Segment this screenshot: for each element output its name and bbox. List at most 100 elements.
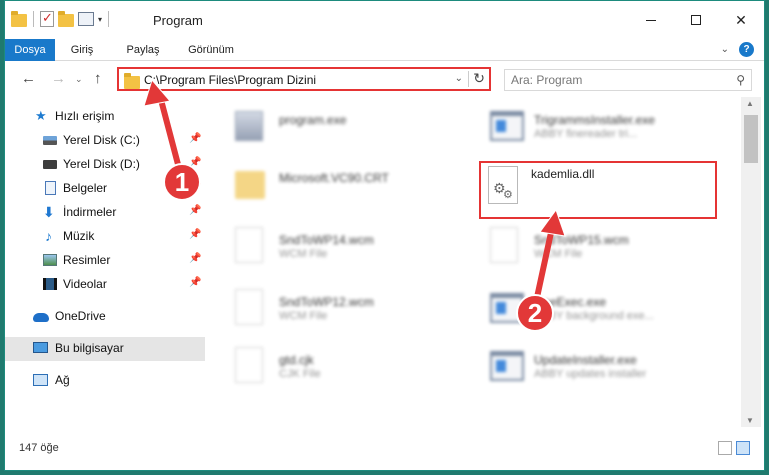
address-separator [468,71,469,87]
sidebar-item-label: Müzik [63,229,95,243]
properties-check-icon[interactable] [40,10,54,27]
ribbon-tabs: Dosya Giriş Paylaş Görünüm ⌄ ? [5,39,764,61]
close-icon: ✕ [735,11,747,28]
address-dropdown-icon[interactable]: ⌄ [455,73,463,84]
sidebar-item-label: Hızlı erişim [55,109,115,123]
sidebar-item-label: İndirmeler [63,205,117,219]
file-list: program.exe TrigrammsInstaller.exe ABBY … [209,97,741,427]
file-type: WCM File [279,248,328,260]
sidebar-item-onedrive[interactable]: OneDrive [5,305,205,327]
folder-icon [11,10,27,27]
sidebar-item-label: Videolar [63,277,107,291]
sidebar-item-this-pc[interactable]: Bu bilgisayar [5,337,205,361]
tab-dosya[interactable]: Dosya [5,39,55,61]
file-item[interactable]: SndToWP15.wcm WCM File [464,221,714,271]
search-input[interactable]: Ara: Program [511,73,582,87]
navigation-pane: ★ Hızlı erişim Yerel Disk (C:) 📌 Yerel D… [5,97,205,427]
forward-arrow-icon[interactable]: → [51,70,66,87]
status-bar: 147 öğe [5,437,764,461]
sidebar-item-network[interactable]: Ağ [5,369,205,391]
file-icon [235,227,265,263]
quick-access-toolbar: ▾ [11,10,111,27]
file-item[interactable]: gtd.cjk CJK File [209,341,459,391]
search-icon[interactable]: ⚲ [736,73,745,87]
file-type: WCM File [279,310,328,322]
file-icon [235,347,265,383]
pin-icon[interactable]: 📌 [189,229,201,240]
pin-icon[interactable]: 📌 [189,277,201,288]
file-item[interactable]: SndToWP12.wcm WCM File [209,283,459,333]
refresh-icon[interactable]: ↻ [473,70,485,87]
sidebar-item-quick-access[interactable]: ★ Hızlı erişim [5,105,205,127]
new-folder-icon[interactable] [58,10,74,27]
tab-paylas[interactable]: Paylaş [117,39,169,61]
step-badge-2: 2 [516,294,554,332]
pictures-icon [43,253,57,267]
title-bar: ▾ Program ✕ [5,1,764,39]
folder-icon [124,73,140,89]
file-item[interactable]: TrigrammsInstaller.exe ABBY finereader t… [464,101,714,151]
sidebar-item-music[interactable]: ♪ Müzik 📌 [5,225,205,247]
window-title: Program [153,13,203,28]
search-box[interactable]: Ara: Program ⚲ [504,69,752,91]
up-arrow-icon[interactable]: ↑ [94,70,102,87]
navigation-bar: ← → ⌄ ↑ C:\Program Files\Program Dizini … [5,61,764,97]
step-badge-1: 1 [163,163,201,201]
sidebar-item-pictures[interactable]: Resimler 📌 [5,249,205,271]
file-icon [235,289,265,325]
file-name: UpdateInstaller.exe [534,353,637,367]
folder-icon [235,165,265,201]
close-button[interactable]: ✕ [718,1,764,39]
pin-icon[interactable]: 📌 [189,133,201,144]
file-item[interactable]: SndToWP14.wcm WCM File [209,221,459,271]
cloud-icon [33,309,49,323]
file-name: SndToWP15.wcm [534,233,629,247]
address-path[interactable]: C:\Program Files\Program Dizini [144,73,316,87]
file-type: ABBY finereader tri... [534,128,638,140]
pin-icon[interactable]: 📌 [189,205,201,216]
explorer-window: ▾ Program ✕ Dosya Giriş Paylaş Görünüm ⌄… [4,0,765,471]
large-icons-view-icon[interactable] [736,441,750,455]
help-icon[interactable]: ? [739,42,754,57]
sidebar-item-videos[interactable]: Videolar 📌 [5,273,205,295]
address-bar[interactable]: C:\Program Files\Program Dizini ⌄ ↻ [117,67,491,91]
ribbon-expand-chevron-icon[interactable]: ⌄ [721,44,729,55]
file-item[interactable]: program.exe [209,101,459,151]
file-item[interactable]: OneExec.exe ABBY background exe... [464,283,714,333]
app-icon [490,289,524,325]
details-view-icon[interactable] [718,441,732,455]
sidebar-item-downloads[interactable]: ⬇ İndirmeler 📌 [5,201,205,223]
scroll-up-icon[interactable]: ▲ [746,99,754,108]
tab-giris[interactable]: Giriş [57,39,107,61]
music-icon: ♪ [45,228,52,244]
file-item[interactable]: Microsoft.VC90.CRT [209,159,459,209]
customize-dropdown-icon[interactable]: ▾ [98,15,102,24]
videos-icon [43,277,57,291]
toolbar-separator [33,11,34,27]
sidebar-item-label: OneDrive [55,309,106,323]
scroll-thumb[interactable] [744,115,758,163]
view-options-icon[interactable] [78,12,94,26]
file-name: SndToWP14.wcm [279,233,374,247]
download-icon: ⬇ [43,204,55,220]
star-icon: ★ [35,108,47,123]
sidebar-item-label: Yerel Disk (D:) [63,157,140,171]
sidebar-item-disk-c[interactable]: Yerel Disk (C:) 📌 [5,129,205,151]
item-count: 147 öğe [19,442,59,454]
toolbar-separator [108,11,110,27]
file-name: SndToWP12.wcm [279,295,374,309]
file-name: TrigrammsInstaller.exe [534,113,655,127]
tab-gorunum[interactable]: Görünüm [179,39,243,61]
file-item[interactable]: UpdateInstaller.exe ABBY updates install… [464,341,714,391]
scroll-down-icon[interactable]: ▼ [746,416,754,425]
sidebar-item-label: Bu bilgisayar [55,341,124,355]
sidebar-item-label: Resimler [63,253,111,267]
back-arrow-icon[interactable]: ← [21,70,36,87]
sidebar-item-label: Belgeler [63,181,108,195]
recent-locations-chevron-icon[interactable]: ⌄ [75,74,83,85]
pin-icon[interactable]: 📌 [189,253,201,264]
disk-icon [43,133,57,147]
minimize-button[interactable] [628,1,674,39]
vertical-scrollbar[interactable]: ▲ ▼ [741,97,761,427]
maximize-button[interactable] [673,1,719,39]
